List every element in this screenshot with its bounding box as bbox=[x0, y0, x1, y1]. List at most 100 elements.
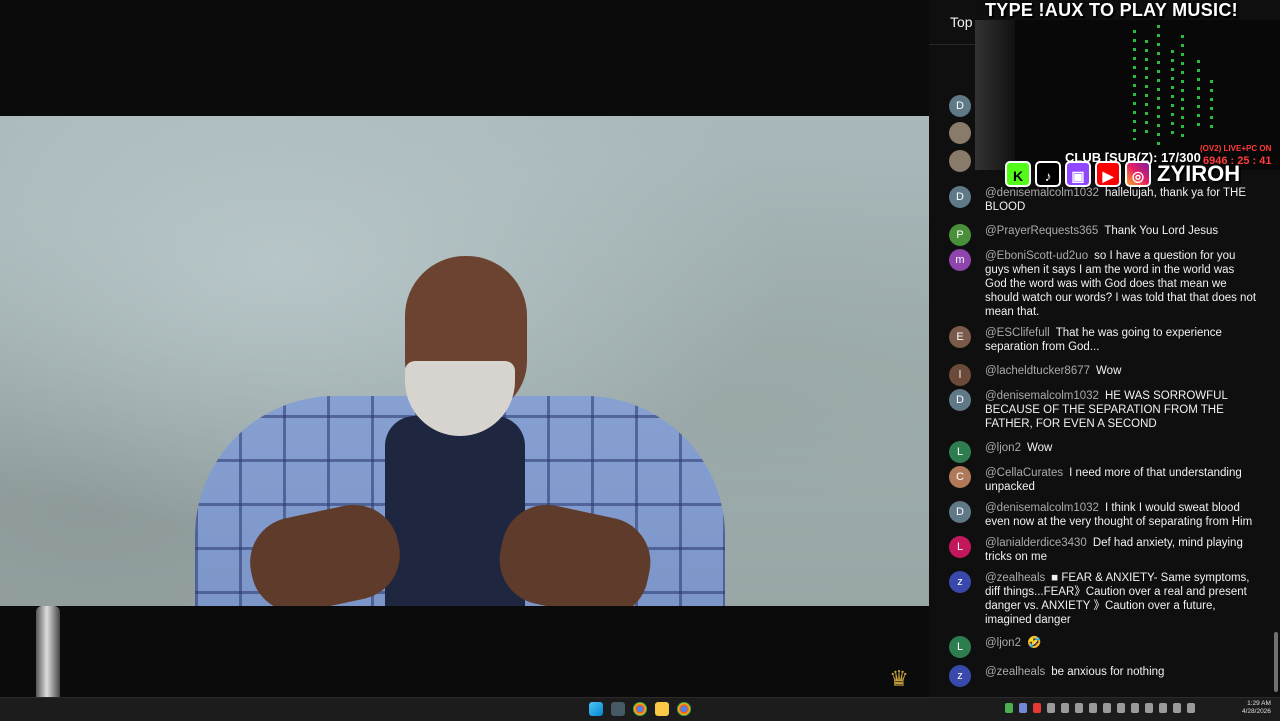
chat-author[interactable]: @ESClifefull bbox=[985, 327, 1050, 339]
chat-author[interactable]: @PrayerRequests365 bbox=[985, 225, 1098, 237]
streamer-handle: ZYIROH bbox=[1157, 161, 1241, 186]
network-icon[interactable] bbox=[1159, 703, 1167, 713]
chat-author[interactable]: @EboniScott-ud2uo bbox=[985, 250, 1088, 262]
chat-message: z @zealheals ■ FEAR & ANXIETY- Same sympto… bbox=[949, 571, 1259, 627]
chat-message: L @ljon2 Wow bbox=[949, 441, 1259, 463]
avatar[interactable]: D bbox=[949, 186, 971, 208]
chat-author[interactable]: @ljon2 bbox=[985, 637, 1021, 649]
kick-icon: K bbox=[1005, 161, 1031, 187]
avatar[interactable]: L bbox=[949, 536, 971, 558]
chat-message-body: @denisemalcolm1032 HE WAS SORROWFUL BECAU… bbox=[985, 389, 1259, 431]
avatar bbox=[949, 122, 971, 144]
chat-scrollbar[interactable] bbox=[1274, 632, 1278, 692]
clock-date: 4/28/2026 bbox=[1242, 708, 1271, 715]
chat-message-body: @EboniScott-ud2uo so I have a question fo… bbox=[985, 249, 1259, 319]
chat-author[interactable]: @lacheldtucker8677 bbox=[985, 365, 1090, 377]
chat-message-body: @PrayerRequests365 Thank You Lord Jesus bbox=[985, 224, 1259, 238]
chat-message: D @denisemalcolm1032 HE WAS SORROWFUL BECA… bbox=[949, 389, 1259, 431]
tiktok-icon: ♪ bbox=[1035, 161, 1061, 187]
chat-message: m @EboniScott-ud2uo so I have a question f… bbox=[949, 249, 1259, 319]
chat-author[interactable]: @CellaCurates bbox=[985, 467, 1063, 479]
avatar[interactable]: D bbox=[949, 501, 971, 523]
tray-icon[interactable] bbox=[1131, 703, 1139, 713]
chat-message: P @PrayerRequests365 Thank You Lord Jesus bbox=[949, 224, 1259, 246]
tray-icon[interactable] bbox=[1047, 703, 1055, 713]
chat-text: 🤣 bbox=[1026, 637, 1042, 649]
task-view-icon[interactable] bbox=[611, 702, 625, 716]
chat-message-body: @zealheals ■ FEAR & ANXIETY- Same symptom… bbox=[985, 571, 1259, 627]
battery-icon[interactable] bbox=[1187, 703, 1195, 713]
tray-icon[interactable] bbox=[1005, 703, 1013, 713]
chat-message: l @lacheldtucker8677 Wow bbox=[949, 364, 1259, 386]
live-status: (OV2) LIVE+PC ON bbox=[1200, 144, 1272, 153]
social-links: K ♪ ▣ ▶ ◎ ZYIROH bbox=[1005, 160, 1240, 188]
discord-icon[interactable] bbox=[1019, 703, 1027, 713]
avatar[interactable]: z bbox=[949, 571, 971, 593]
chat-message-body: @zealheals be anxious for nothing bbox=[985, 665, 1259, 679]
tray-icon[interactable] bbox=[1089, 703, 1097, 713]
chat-message-body: @CellaCurates I need more of that underst… bbox=[985, 466, 1259, 494]
chat-message-body: @denisemalcolm1032 hallelujah, thank ya f… bbox=[985, 186, 1259, 214]
tray-icon[interactable] bbox=[1075, 703, 1083, 713]
chat-message-body: @ESClifefull That he was going to experie… bbox=[985, 326, 1259, 354]
volume-icon[interactable] bbox=[1173, 703, 1181, 713]
start-icon[interactable] bbox=[589, 702, 603, 716]
youtube-icon: ▶ bbox=[1095, 161, 1121, 187]
avatar[interactable]: P bbox=[949, 224, 971, 246]
chat-message: L @lanialderdice3430 Def had anxiety, mind… bbox=[949, 536, 1259, 564]
avatar[interactable]: l bbox=[949, 364, 971, 386]
chat-message: D @denisemalcolm1032 hallelujah, thank ya … bbox=[949, 186, 1259, 214]
chat-text: Wow bbox=[1026, 442, 1053, 454]
chat-message: L @ljon2 🤣 bbox=[949, 636, 1259, 658]
chat-message: D @denisemalcolm1032 I think I would sweat… bbox=[949, 501, 1259, 529]
twitch-icon: ▣ bbox=[1065, 161, 1091, 187]
overlay-camera: (OV2) LIVE+PC ON 6946 : 25 : 41 bbox=[975, 20, 1280, 170]
chrome-icon[interactable] bbox=[677, 702, 691, 716]
chat-text: Wow bbox=[1096, 365, 1122, 377]
chat-message: C @CellaCurates I need more of that unders… bbox=[949, 466, 1259, 494]
tray-icon[interactable] bbox=[1145, 703, 1153, 713]
overlay-title: TYPE !AUX TO PLAY MUSIC! bbox=[985, 0, 1238, 20]
tray-icon[interactable] bbox=[1033, 703, 1041, 713]
avatar[interactable]: C bbox=[949, 466, 971, 488]
avatar[interactable]: m bbox=[949, 249, 971, 271]
chat-text: Thank You Lord Jesus bbox=[1104, 225, 1219, 237]
chat-author[interactable]: @denisemalcolm1032 bbox=[985, 390, 1099, 402]
chat-message-body: @denisemalcolm1032 I think I would sweat … bbox=[985, 501, 1259, 529]
chat-author[interactable]: @ljon2 bbox=[985, 442, 1021, 454]
microphone-graphic bbox=[36, 606, 60, 697]
tray-icon[interactable] bbox=[1103, 703, 1111, 713]
stream-overlay: (OV2) LIVE+PC ON 6946 : 25 : 41 TYPE !AU… bbox=[975, 0, 1280, 190]
chat-author[interactable]: @zealheals bbox=[985, 572, 1045, 584]
chat-message-body: @lacheldtucker8677 Wow bbox=[985, 364, 1259, 378]
instagram-icon: ◎ bbox=[1125, 161, 1151, 187]
chat-message-body: @ljon2 🤣 bbox=[985, 636, 1259, 650]
chat-message-body: @ljon2 Wow bbox=[985, 441, 1259, 455]
avatar[interactable]: L bbox=[949, 441, 971, 463]
chat-author[interactable]: @zealheals bbox=[985, 666, 1045, 678]
avatar[interactable]: D bbox=[949, 389, 971, 411]
chat-message-body: @lanialderdice3430 Def had anxiety, mind … bbox=[985, 536, 1259, 564]
chat-text: be anxious for nothing bbox=[1051, 666, 1165, 678]
file-explorer-icon[interactable] bbox=[655, 702, 669, 716]
chat-author[interactable]: @lanialderdice3430 bbox=[985, 537, 1087, 549]
chat-author[interactable]: @denisemalcolm1032 bbox=[985, 502, 1099, 514]
chat-mode-dropdown[interactable]: Top bbox=[950, 14, 973, 30]
chrome-icon[interactable] bbox=[633, 702, 647, 716]
system-tray bbox=[1005, 703, 1195, 713]
chat-message: E @ESClifefull That he was going to experi… bbox=[949, 326, 1259, 354]
crown-logo-icon: ♛ bbox=[889, 666, 909, 691]
avatar bbox=[949, 150, 971, 172]
avatar[interactable]: E bbox=[949, 326, 971, 348]
video-frame[interactable] bbox=[0, 116, 929, 606]
avatar: D bbox=[949, 95, 971, 117]
windows-taskbar: 1:29 AM 4/28/2026 bbox=[0, 697, 1280, 721]
avatar[interactable]: z bbox=[949, 665, 971, 687]
system-clock[interactable]: 1:29 AM 4/28/2026 bbox=[1242, 700, 1271, 716]
clock-time: 1:29 AM bbox=[1247, 700, 1271, 707]
tray-icon[interactable] bbox=[1117, 703, 1125, 713]
avatar[interactable]: L bbox=[949, 636, 971, 658]
tray-icon[interactable] bbox=[1061, 703, 1069, 713]
video-player[interactable]: ♛ bbox=[0, 0, 929, 697]
chat-message: z @zealheals be anxious for nothing bbox=[949, 665, 1259, 687]
